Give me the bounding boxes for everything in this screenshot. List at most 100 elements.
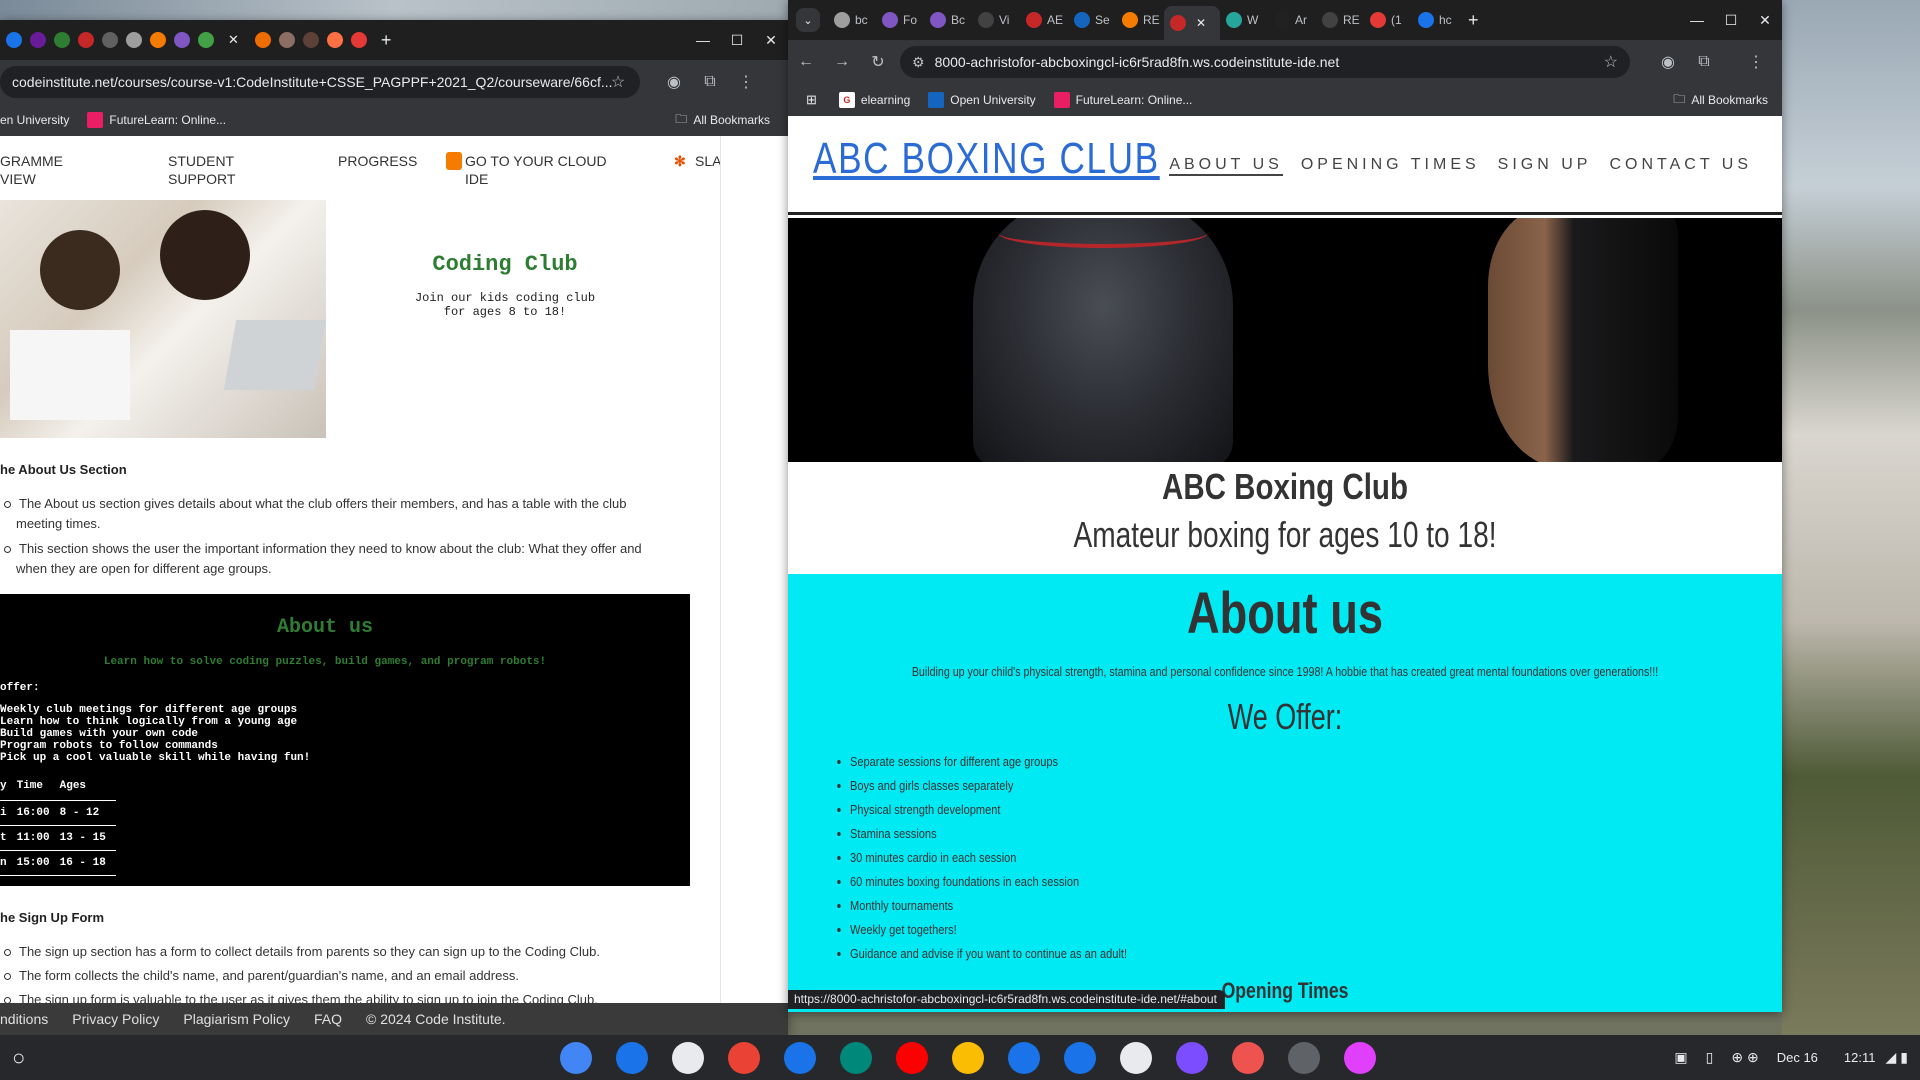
nav-progress[interactable]: PROGRESS	[338, 152, 417, 170]
footer-faq[interactable]: FAQ	[314, 1011, 342, 1027]
browser-tab[interactable]: RE	[1116, 5, 1164, 35]
all-bookmarks[interactable]: 🗀 All Bookmarks	[675, 110, 770, 131]
extensions-icon[interactable]: ⧉	[1686, 53, 1722, 71]
phone-hub-icon[interactable]: ▯	[1706, 1049, 1714, 1066]
profile-icon[interactable]: ◉	[656, 72, 692, 92]
bookmark-futurelearn[interactable]: FutureLearn: Online...	[1053, 92, 1192, 108]
left-tab-favicons-2[interactable]	[254, 32, 367, 48]
bookmark-futurelearn[interactable]: FutureLearn: Online...	[87, 112, 226, 128]
forward-icon[interactable]: →	[824, 53, 860, 71]
tab-favicon-icon[interactable]	[78, 32, 94, 48]
menu-icon[interactable]: ⋮	[728, 72, 764, 92]
browser-tab[interactable]: ✕	[1164, 6, 1220, 40]
tab-favicon-icon[interactable]	[6, 32, 22, 48]
maximize-icon[interactable]: ☐	[1714, 12, 1748, 29]
minimize-icon[interactable]: —	[686, 32, 720, 48]
apps-grid-icon[interactable]	[616, 1041, 648, 1074]
bookmark-star-icon[interactable]: ☆	[1604, 52, 1618, 72]
new-tab-button[interactable]: +	[1468, 10, 1479, 31]
bookmark-open-university[interactable]: Open University	[928, 92, 1036, 108]
wifi-icon[interactable]: ◢	[1886, 1049, 1897, 1066]
tab-favicon-icon[interactable]	[54, 32, 70, 48]
drive-icon[interactable]	[1120, 1041, 1152, 1074]
meet-icon[interactable]	[840, 1041, 872, 1074]
bookmark-elearning[interactable]: Gelearning	[838, 92, 910, 108]
all-bookmarks[interactable]: 🗀 All Bookmarks	[1673, 90, 1768, 111]
files-icon[interactable]	[1064, 1041, 1096, 1074]
launcher-button[interactable]: ○	[12, 1045, 40, 1071]
tab-favicon-icon[interactable]	[30, 32, 46, 48]
chrome-icon[interactable]	[560, 1041, 592, 1074]
left-tab-favicons[interactable]	[6, 32, 214, 48]
nav-student-support[interactable]: STUDENT SUPPORT	[168, 152, 235, 188]
browser-tab[interactable]: (1	[1364, 5, 1412, 35]
gemini-icon[interactable]	[672, 1041, 704, 1074]
extensions-icon[interactable]: ⧉	[692, 73, 728, 91]
browser-tab[interactable]: Vi	[972, 5, 1020, 35]
nav-programme-overview[interactable]: GRAMME VIEW	[0, 152, 63, 188]
tab-favicon-icon[interactable]	[198, 32, 214, 48]
battery-icon[interactable]: ▮	[1900, 1049, 1908, 1066]
tab-favicon-icon[interactable]	[174, 32, 190, 48]
holding-space-icon[interactable]: ▣	[1674, 1049, 1687, 1066]
new-tab-button[interactable]: +	[381, 30, 392, 51]
bookmark-open-university[interactable]: en University	[0, 113, 69, 127]
youtube-icon[interactable]	[896, 1041, 928, 1074]
tab-favicon-icon[interactable]	[278, 32, 295, 48]
tab-search-icon[interactable]: ⌄	[796, 8, 820, 32]
tab-favicon-icon[interactable]	[254, 32, 271, 48]
browser-tab[interactable]: W	[1220, 5, 1268, 35]
tab-favicon-icon[interactable]	[126, 32, 142, 48]
tab-favicon-icon[interactable]	[350, 32, 367, 48]
nav-contact-us[interactable]: CONTACT US	[1609, 156, 1752, 176]
gmail-icon[interactable]	[728, 1041, 760, 1074]
table-cell: i	[0, 800, 17, 826]
close-tab-icon[interactable]: ✕	[1196, 16, 1206, 30]
menu-icon[interactable]: ⋮	[1738, 52, 1774, 72]
apps-grid-icon[interactable]: ⊞	[806, 92, 817, 108]
address-bar[interactable]: ⚙ 8000-achristofor-abcboxingcl-ic6r5rad8…	[900, 46, 1630, 78]
tab-favicon-icon[interactable]	[102, 32, 118, 48]
browser-tab[interactable]: Ar	[1268, 5, 1316, 35]
site-info-icon[interactable]: ⚙	[912, 54, 925, 71]
footer-conditions[interactable]: nditions	[0, 1011, 48, 1027]
browser-tab[interactable]: RE	[1316, 5, 1364, 35]
back-icon[interactable]: ←	[788, 53, 824, 71]
close-window-icon[interactable]: ✕	[1748, 12, 1782, 29]
browser-tab[interactable]: Fo	[876, 5, 924, 35]
browser-tab[interactable]: bc	[828, 5, 876, 35]
minimize-icon[interactable]: —	[1680, 12, 1714, 28]
nav-sign-up[interactable]: SIGN UP	[1498, 156, 1592, 176]
time[interactable]: 12:11	[1844, 1050, 1876, 1065]
site-logo[interactable]: ABC BOXING CLUB	[813, 134, 1160, 184]
messages-icon[interactable]	[1008, 1041, 1040, 1074]
profile-icon[interactable]: ◉	[1650, 52, 1686, 72]
pip-icons[interactable]: ⊕ ⊕	[1731, 1049, 1758, 1066]
tab-favicon-icon[interactable]	[326, 32, 343, 48]
notes-icon[interactable]	[1344, 1041, 1376, 1074]
maximize-icon[interactable]: ☐	[720, 32, 754, 49]
photos-icon[interactable]	[952, 1041, 984, 1074]
address-bar[interactable]: codeinstitute.net/courses/course-v1:Code…	[0, 66, 640, 98]
terminal-icon[interactable]	[1288, 1041, 1320, 1074]
tab-favicon-icon[interactable]	[150, 32, 166, 48]
date[interactable]: Dec 16	[1777, 1050, 1818, 1065]
bookmark-star-icon[interactable]: ☆	[600, 72, 636, 92]
close-window-icon[interactable]: ✕	[754, 32, 788, 49]
gallery-icon[interactable]	[1176, 1041, 1208, 1074]
nav-opening-times[interactable]: OPENING TIMES	[1301, 156, 1480, 176]
canvas-icon[interactable]	[1232, 1041, 1264, 1074]
browser-tab[interactable]: AE	[1020, 5, 1068, 35]
browser-tab[interactable]: hc	[1412, 5, 1460, 35]
footer-plagiarism[interactable]: Plagiarism Policy	[183, 1011, 290, 1027]
slack-icon: ✻	[674, 153, 686, 169]
calendar-icon[interactable]	[784, 1041, 816, 1074]
nav-cloud-ide[interactable]: GO TO YOUR CLOUD IDE	[465, 152, 607, 188]
tab-favicon-icon[interactable]	[302, 32, 319, 48]
nav-about-us[interactable]: ABOUT US	[1169, 156, 1283, 176]
reload-icon[interactable]: ↻	[860, 52, 896, 72]
browser-tab[interactable]: Se	[1068, 5, 1116, 35]
browser-tab[interactable]: Bc	[924, 5, 972, 35]
active-tab-close-icon[interactable]: ✕	[228, 32, 239, 48]
footer-privacy[interactable]: Privacy Policy	[72, 1011, 159, 1027]
